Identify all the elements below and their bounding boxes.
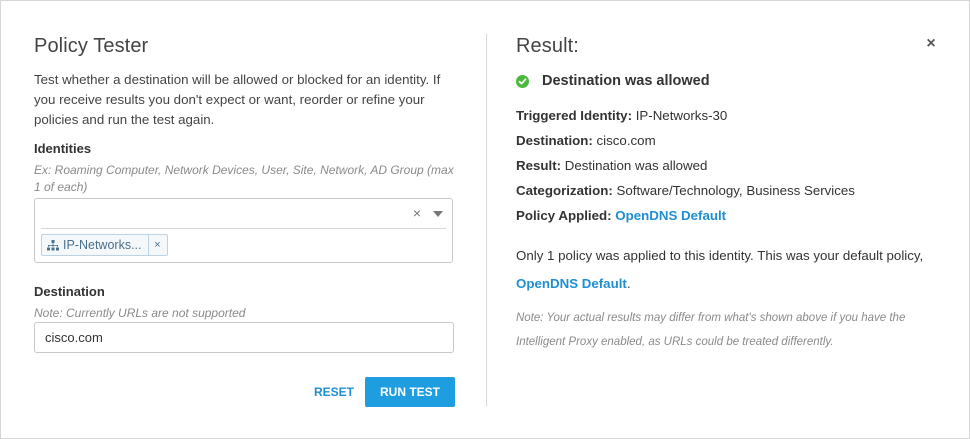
run-test-button[interactable]: RUN TEST	[365, 377, 455, 407]
result-note: Note: Your actual results may differ fro…	[516, 312, 906, 348]
destination-hint: Note: Currently URLs are not supported	[34, 306, 246, 320]
chip-label: IP-Networks...	[63, 238, 142, 252]
policy-applied-link[interactable]: OpenDNS Default	[615, 208, 726, 223]
result-row-identity: Triggered Identity: IP-Networks-30	[516, 108, 727, 123]
description-text: Test whether a destination will be allow…	[34, 72, 441, 127]
panel-divider	[486, 34, 487, 406]
summary-text: Only 1 policy was applied to this identi…	[516, 248, 924, 263]
summary-end: .	[626, 276, 631, 291]
chip-label-wrap: IP-Networks...	[42, 235, 148, 255]
destination-label: Destination	[34, 284, 105, 299]
chip-remove-icon[interactable]: ×	[147, 235, 167, 255]
identities-search-input[interactable]: ×	[41, 199, 446, 229]
chevron-down-icon[interactable]	[433, 211, 443, 217]
status-text: Destination was allowed	[542, 73, 710, 89]
identities-label: Identities	[34, 141, 92, 156]
result-row-categorization: Categorization: Software/Technology, Bus…	[516, 183, 855, 198]
result-row-result: Result: Destination was allowed	[516, 158, 707, 173]
check-mark-icon	[518, 77, 527, 84]
summary-policy-link[interactable]: OpenDNS Default	[516, 276, 627, 291]
row-value: cisco.com	[596, 133, 656, 148]
network-hierarchy-icon	[47, 239, 59, 250]
page-title: Policy Tester	[34, 35, 149, 57]
row-label: Result:	[516, 158, 562, 173]
row-value: IP-Networks-30	[635, 108, 728, 123]
close-icon[interactable]: ×	[923, 36, 939, 52]
reset-button[interactable]: RESET	[304, 377, 364, 407]
identities-select[interactable]: × IP-Networks... ×	[34, 198, 453, 263]
selected-identity-chip: IP-Networks... ×	[41, 234, 168, 256]
check-circle-icon	[516, 74, 529, 88]
row-value: Software/Technology, Business Services	[616, 183, 855, 198]
row-label: Triggered Identity:	[516, 108, 632, 123]
policy-tester-panel: Policy Tester Test whether a destination…	[34, 1, 455, 438]
result-row-policy: Policy Applied: OpenDNS Default	[516, 208, 726, 223]
row-label: Destination:	[516, 133, 593, 148]
row-label: Categorization:	[516, 183, 613, 198]
result-title: Result:	[516, 35, 579, 57]
row-value: Destination was allowed	[564, 158, 708, 173]
row-label: Policy Applied:	[516, 208, 612, 223]
result-summary: Only 1 policy was applied to this identi…	[516, 242, 941, 298]
result-status: Destination was allowed	[516, 73, 710, 89]
result-row-destination: Destination: cisco.com	[516, 133, 656, 148]
clear-icon[interactable]: ×	[413, 205, 421, 221]
destination-input[interactable]	[34, 322, 454, 353]
policy-tester-dialog: Policy Tester Test whether a destination…	[0, 0, 970, 439]
identities-hint: Ex: Roaming Computer, Network Devices, U…	[34, 163, 454, 194]
result-panel: Result: Destination was allowed Triggere…	[516, 1, 946, 438]
